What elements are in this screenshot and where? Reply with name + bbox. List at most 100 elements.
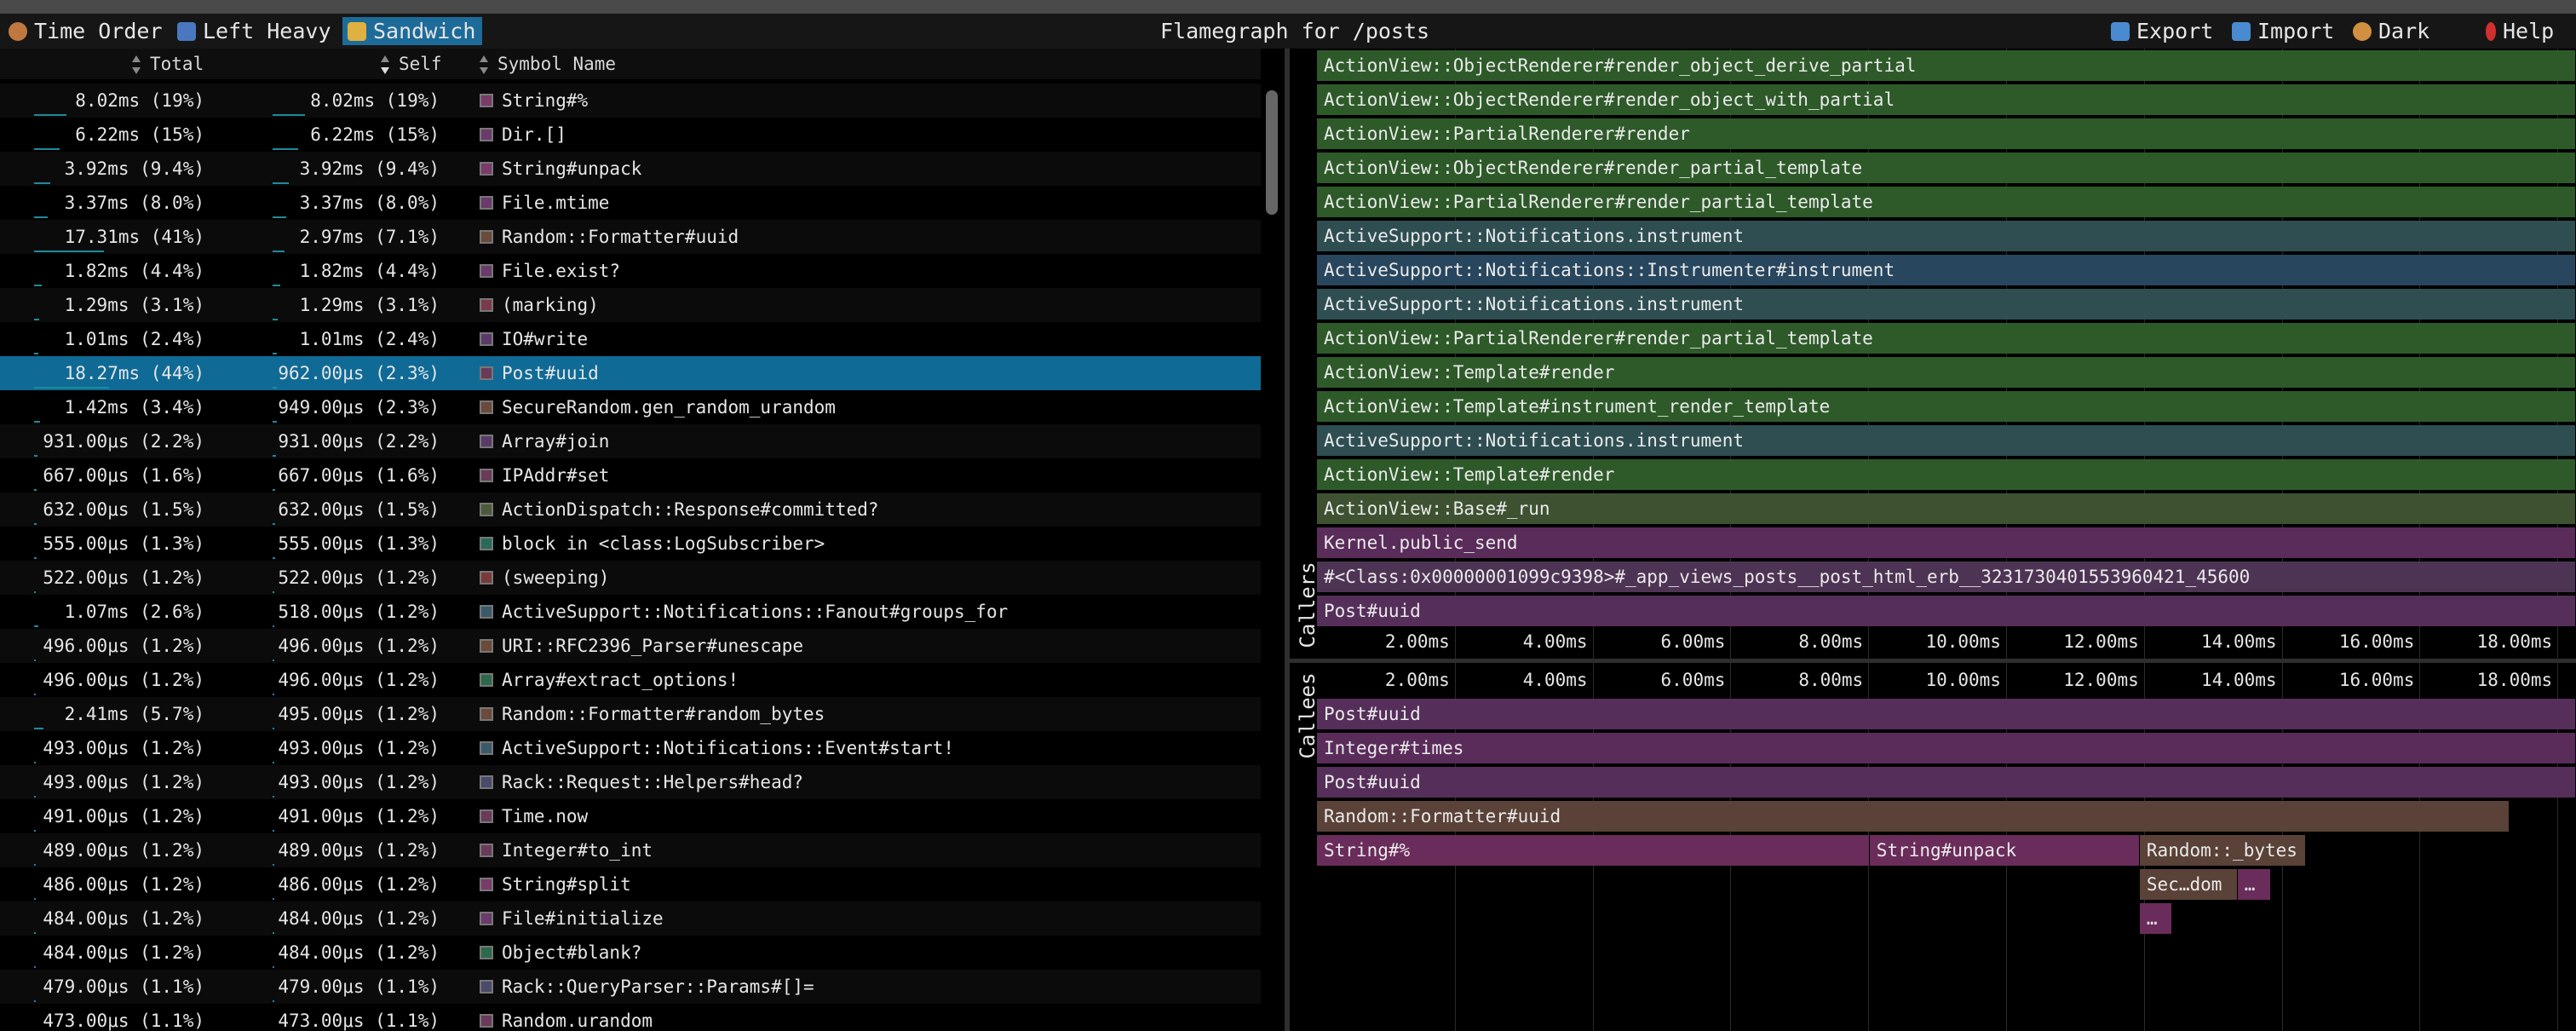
- table-row[interactable]: 1.29ms (3.1%) 1.29ms (3.1%) (marking): [0, 288, 1261, 322]
- callee-frame[interactable]: Random::Formatter#uuid: [1317, 801, 2510, 832]
- table-row[interactable]: 493.00μs (1.2%) 493.00μs (1.2%) Rack::Requ…: [0, 765, 1261, 799]
- callee-frame[interactable]: Integer#times: [1317, 733, 2576, 763]
- table-row[interactable]: 1.07ms (2.6%) 518.00μs (1.2%) ActiveSuppor…: [0, 595, 1261, 629]
- symbol-color-swatch: [480, 707, 493, 721]
- self-bar: [273, 489, 276, 491]
- table-row[interactable]: 484.00μs (1.2%) 484.00μs (1.2%) File#initi…: [0, 901, 1261, 936]
- left-heavy-button[interactable]: Left Heavy: [172, 17, 338, 45]
- axis-tick-label: 4.00ms: [1522, 631, 1588, 652]
- theme-button[interactable]: Dark: [2348, 17, 2436, 45]
- total-column-header[interactable]: Total: [131, 49, 204, 79]
- table-row[interactable]: 479.00μs (1.1%) 479.00μs (1.1%) Rack::Quer…: [0, 970, 1261, 1004]
- symbol-table: 8.02ms (19%) 8.02ms (19%) String#% 6.22ms (…: [0, 84, 1261, 1031]
- total-bar: [34, 625, 39, 627]
- table-row[interactable]: 17.31ms (41%) 2.97ms (7.1%) Random::Format…: [0, 220, 1261, 254]
- table-row[interactable]: 18.27ms (44%) 962.00μs (2.3%) Post#uuid: [0, 356, 1261, 390]
- self-bar: [273, 659, 275, 661]
- table-scrollbar[interactable]: [1266, 90, 1278, 215]
- self-bar: [273, 932, 275, 934]
- axis-tick-label: 12.00ms: [2063, 670, 2139, 690]
- table-row[interactable]: 555.00μs (1.3%) 555.00μs (1.3%) block in <…: [0, 527, 1261, 561]
- self-column-header[interactable]: Self: [380, 49, 442, 79]
- table-row[interactable]: 473.00μs (1.1%) 473.00μs (1.1%) Random.ura…: [0, 1004, 1261, 1031]
- panel-divider[interactable]: [1285, 49, 1290, 1031]
- caller-frame[interactable]: ActionView::Template#render: [1317, 459, 2576, 490]
- table-row[interactable]: 8.02ms (19%) 8.02ms (19%) String#%: [0, 84, 1261, 118]
- callees-flamegraph[interactable]: 2.00ms 4.00ms 6.00ms 8.00ms 10.00ms 12.00ms 14…: [1317, 663, 2576, 1031]
- symbol-name-cell: Array#extract_options!: [502, 670, 739, 690]
- callee-frame[interactable]: String#unpack: [1869, 835, 2140, 866]
- self-cell: 1.29ms (3.1%): [299, 295, 440, 315]
- total-cell: 555.00μs (1.3%): [43, 533, 204, 554]
- table-row[interactable]: 632.00μs (1.5%) 632.00μs (1.5%) ActionDisp…: [0, 492, 1261, 527]
- symbol-name-cell: File.mtime: [502, 193, 610, 213]
- symbol-column-header[interactable]: Symbol Name: [479, 49, 616, 79]
- caller-frame[interactable]: ActionView::ObjectRenderer#render_object…: [1317, 50, 2576, 81]
- caller-frame[interactable]: ActionView::PartialRenderer#render_parti…: [1317, 187, 2576, 217]
- caller-frame[interactable]: #<Class:0x00000001099c9398>#_app_views_p…: [1317, 562, 2576, 592]
- axis-tick-label: 2.00ms: [1384, 631, 1450, 652]
- caller-frame[interactable]: ActionView::ObjectRenderer#render_partia…: [1317, 153, 2576, 183]
- total-bar: [34, 659, 37, 661]
- total-cell: 493.00μs (1.2%): [43, 772, 204, 792]
- callee-frame[interactable]: Post#uuid: [1317, 699, 2576, 729]
- table-row[interactable]: 931.00μs (2.2%) 931.00μs (2.2%) Array#join: [0, 424, 1261, 458]
- table-row[interactable]: 522.00μs (1.2%) 522.00μs (1.2%) (sweeping): [0, 561, 1261, 595]
- callee-frame[interactable]: Random::_bytes: [2139, 835, 2306, 866]
- self-cell: 632.00μs (1.5%): [278, 499, 440, 520]
- total-bar: [34, 387, 109, 389]
- callee-frame[interactable]: String#%: [1317, 835, 1870, 866]
- help-button[interactable]: Help: [2481, 17, 2561, 45]
- table-row[interactable]: 493.00μs (1.2%) 493.00μs (1.2%) ActiveSupp…: [0, 731, 1261, 765]
- caller-frame[interactable]: ActiveSupport::Notifications.instrument: [1317, 425, 2576, 456]
- total-bar: [34, 319, 40, 320]
- symbol-color-swatch: [480, 741, 493, 755]
- caller-frame[interactable]: ActionView::Template#instrument_render_t…: [1317, 391, 2576, 422]
- table-row[interactable]: 486.00μs (1.2%) 486.00μs (1.2%) String#spl…: [0, 867, 1261, 901]
- caller-frame[interactable]: ActiveSupport::Notifications.instrument: [1317, 289, 2576, 320]
- table-row[interactable]: 3.92ms (9.4%) 3.92ms (9.4%) String#unpack: [0, 152, 1261, 186]
- callee-frame[interactable]: …: [2139, 903, 2172, 934]
- caller-frame[interactable]: ActionView::Template#render: [1317, 357, 2576, 388]
- table-row[interactable]: 484.00μs (1.2%) 484.00μs (1.2%) Object#bla…: [0, 936, 1261, 970]
- table-row[interactable]: 491.00μs (1.2%) 491.00μs (1.2%) Time.now: [0, 799, 1261, 833]
- total-cell: 484.00μs (1.2%): [43, 908, 204, 929]
- caller-frame[interactable]: ActiveSupport::Notifications::Instrument…: [1317, 255, 2576, 285]
- table-row[interactable]: 489.00μs (1.2%) 489.00μs (1.2%) Integer#to…: [0, 833, 1261, 867]
- table-row[interactable]: 496.00μs (1.2%) 496.00μs (1.2%) Array#extr…: [0, 663, 1261, 697]
- caller-frame[interactable]: Post#uuid: [1317, 596, 2576, 626]
- callee-frame[interactable]: Post#uuid: [1317, 767, 2576, 798]
- caller-frame[interactable]: ActiveSupport::Notifications.instrument: [1317, 221, 2576, 251]
- table-row[interactable]: 6.22ms (15%) 6.22ms (15%) Dir.[]: [0, 118, 1261, 152]
- table-row[interactable]: 1.82ms (4.4%) 1.82ms (4.4%) File.exist?: [0, 254, 1261, 288]
- caller-frame[interactable]: ActionView::PartialRenderer#render: [1317, 118, 2576, 149]
- total-bar: [34, 898, 37, 900]
- import-button[interactable]: Import: [2227, 17, 2341, 45]
- sandwich-button[interactable]: Sandwich: [342, 17, 483, 45]
- total-bar: [34, 932, 37, 934]
- self-bar: [273, 353, 277, 354]
- callee-frame[interactable]: Sec…dom: [2139, 869, 2238, 900]
- axis-tick-label: 6.00ms: [1660, 631, 1726, 652]
- table-row[interactable]: 2.41ms (5.7%) 495.00μs (1.2%) Random::Form…: [0, 697, 1261, 731]
- table-row[interactable]: 496.00μs (1.2%) 496.00μs (1.2%) URI::RFC23…: [0, 629, 1261, 663]
- total-cell: 3.37ms (8.0%): [64, 193, 204, 213]
- table-row[interactable]: 667.00μs (1.6%) 667.00μs (1.6%) IPAddr#set: [0, 458, 1261, 492]
- callee-frame[interactable]: …: [2237, 869, 2272, 900]
- caller-frame[interactable]: ActionView::ObjectRenderer#render_object…: [1317, 84, 2576, 115]
- help-label: Help: [2503, 19, 2555, 43]
- callers-flamegraph[interactable]: 2.00ms 4.00ms 6.00ms 8.00ms 10.00ms 12.00ms 14…: [1317, 49, 2576, 659]
- time-order-button[interactable]: Time Order: [3, 17, 170, 45]
- table-row[interactable]: 1.42ms (3.4%) 949.00μs (2.3%) SecureRandom…: [0, 390, 1261, 424]
- self-cell: 1.82ms (4.4%): [299, 261, 440, 281]
- toolbar: Time Order Left Heavy Sandwich Flamegrap…: [0, 14, 2576, 49]
- table-row[interactable]: 1.01ms (2.4%) 1.01ms (2.4%) IO#write: [0, 322, 1261, 356]
- symbol-name-cell: Object#blank?: [502, 942, 642, 963]
- caller-frame[interactable]: Kernel.public_send: [1317, 527, 2576, 558]
- self-cell: 555.00μs (1.3%): [278, 533, 440, 554]
- total-bar: [34, 455, 38, 457]
- caller-frame[interactable]: ActionView::Base#_run: [1317, 493, 2576, 524]
- caller-frame[interactable]: ActionView::PartialRenderer#render_parti…: [1317, 323, 2576, 354]
- export-button[interactable]: Export: [2106, 17, 2220, 45]
- table-row[interactable]: 3.37ms (8.0%) 3.37ms (8.0%) File.mtime: [0, 186, 1261, 220]
